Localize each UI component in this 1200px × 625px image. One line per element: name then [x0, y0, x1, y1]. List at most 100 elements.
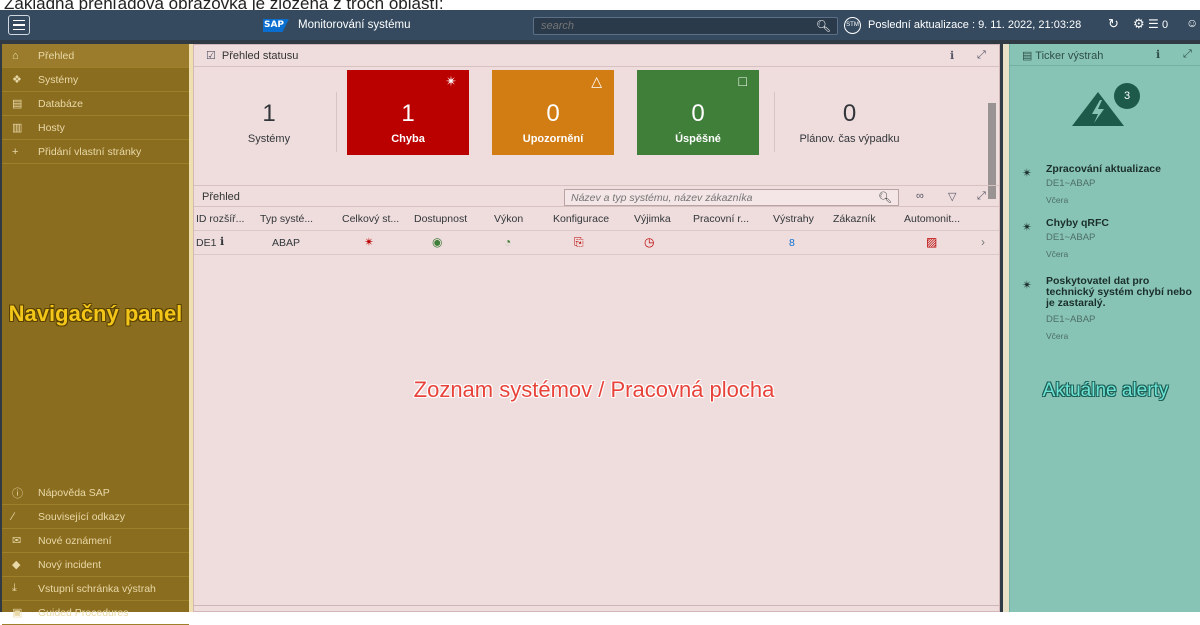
column-header[interactable]: Celkový st...: [342, 213, 399, 225]
tile-label: Upozornění: [522, 133, 584, 145]
incident-icon: ◆: [12, 559, 21, 571]
system-filter[interactable]: 🔍︎: [564, 189, 899, 206]
user-icon[interactable]: ☺: [1186, 16, 1198, 30]
main-workspace: ☑ Přehled statusu ℹ ⤢ 1 Systémy ✴ 1 Chyb…: [193, 44, 1000, 612]
alert-system: DE1~ABAP: [1046, 178, 1096, 189]
stm-icon[interactable]: STM: [844, 17, 861, 34]
link-icon: ∕: [12, 510, 14, 523]
performance-icon[interactable]: ◔: [504, 235, 511, 249]
column-header[interactable]: ID rozšíř...: [196, 213, 244, 225]
menu-icon[interactable]: [8, 15, 30, 35]
table-row[interactable]: DE1 ℹ ABAP ✴ ◉ ◔ ⎘ ◷ 8 ▨ ›: [194, 231, 999, 255]
error-icon: ✴: [1022, 278, 1033, 292]
app-title: Monitorování systému: [298, 19, 411, 31]
host-icon: ▥: [12, 122, 23, 134]
help-icon: ⓘ: [12, 487, 23, 500]
ticker-title: Ticker výstrah: [1035, 50, 1104, 62]
error-icon: ✴: [1022, 220, 1033, 234]
tile-value: 0: [546, 100, 560, 127]
tile-success[interactable]: □ 0 Úspěšné: [637, 70, 759, 155]
nav-item-label: Přidání vlastní stránky: [38, 145, 142, 158]
availability-icon[interactable]: ◉: [432, 235, 442, 249]
fullscreen-icon[interactable]: ⤢: [977, 49, 986, 62]
nav-item-databases[interactable]: ▤ Databáze: [2, 92, 189, 116]
column-header[interactable]: Automonit...: [904, 213, 960, 225]
tile-label: Plánov. čas výpadku: [799, 133, 900, 145]
info-icon[interactable]: ℹ: [220, 235, 224, 248]
ticker-annotation: Aktuálne alerty: [1042, 380, 1169, 401]
automonitoring-icon[interactable]: ▨: [926, 235, 937, 249]
alert-count-badge: 3: [1114, 83, 1140, 109]
column-header[interactable]: Zákazník: [833, 213, 876, 225]
nav-item-label: Hosty: [38, 121, 65, 134]
search-icon[interactable]: 🔍︎: [816, 19, 831, 33]
nav-item-label: Nápověda SAP: [38, 486, 110, 499]
alert-count[interactable]: 8: [789, 237, 795, 249]
nav-item-add-page[interactable]: + Přidání vlastní stránky: [2, 140, 189, 164]
error-icon: ✴: [445, 73, 457, 89]
column-header[interactable]: Výkon: [494, 213, 523, 225]
shell-search[interactable]: 🔍︎: [533, 17, 838, 35]
notification-icon[interactable]: ☰: [1148, 17, 1159, 31]
tile-systems[interactable]: 1 Systémy: [208, 70, 330, 155]
column-header[interactable]: Typ systé...: [260, 213, 313, 225]
alert-title: Zpracování aktualizace: [1046, 163, 1161, 175]
tile-planned-downtime[interactable]: 0 Plánov. čas výpadku: [782, 70, 917, 155]
column-header[interactable]: Výjimka: [634, 213, 671, 225]
tile-warning[interactable]: △ 0 Upozornění: [492, 70, 614, 155]
nav-item-label: Systémy: [38, 73, 79, 86]
system-table: ID rozšíř... Typ systé... Celkový st... …: [194, 207, 999, 255]
sap-logo: SAP: [263, 19, 289, 32]
chart-icon: ☑: [206, 50, 216, 62]
nav-item-help[interactable]: ⓘ Nápověda SAP: [2, 481, 189, 505]
binoculars-icon[interactable]: ∞: [916, 190, 924, 202]
column-header[interactable]: Pracovní r...: [693, 213, 749, 225]
nav-item-guided-procedures[interactable]: ▣ Guided Procedures: [2, 601, 189, 625]
error-icon[interactable]: ✴: [364, 235, 374, 249]
info-icon[interactable]: ℹ: [950, 49, 954, 62]
nav-item-label: Guided Procedures: [38, 606, 129, 619]
status-panel-header: ☑ Přehled statusu ℹ ⤢: [194, 45, 999, 67]
alert-date: Včera: [1046, 249, 1069, 259]
search-input[interactable]: [534, 18, 837, 34]
search-icon[interactable]: 🔍︎: [878, 191, 892, 204]
alert-title: Poskytovatel dat pro technický systém ch…: [1046, 275, 1192, 309]
ticker-title-wrap: ▤ Ticker výstrah: [1022, 49, 1103, 62]
nav-item-systems[interactable]: ❖ Systémy: [2, 68, 189, 92]
tile-value: 0: [842, 100, 857, 127]
configuration-icon[interactable]: ⎘: [574, 235, 584, 250]
column-header[interactable]: Konfigurace: [553, 213, 609, 225]
system-filter-input[interactable]: [565, 190, 898, 205]
filter-icon[interactable]: ▽: [948, 190, 956, 203]
fullscreen-icon[interactable]: ⤢: [1183, 48, 1192, 61]
nav-item-overview[interactable]: ⌂ Přehled: [2, 44, 189, 68]
nav-item-new-notification[interactable]: ✉ Nové oznámení: [2, 529, 189, 553]
shell-bar: SAP Monitorování systému 🔍︎ STM Poslední…: [0, 10, 1200, 40]
tile-label: Úspěšné: [675, 133, 721, 145]
info-icon[interactable]: ℹ: [1156, 48, 1160, 61]
alert-title: Chyby qRFC: [1046, 217, 1109, 229]
chevron-right-icon[interactable]: ›: [981, 235, 985, 249]
inbox-icon: ⤓: [12, 582, 17, 594]
alert-system: DE1~ABAP: [1046, 232, 1096, 243]
alert-date: Včera: [1046, 331, 1069, 341]
fullscreen-icon[interactable]: ⤢: [977, 190, 986, 203]
alert-system: DE1~ABAP: [1046, 314, 1096, 325]
column-header[interactable]: Výstrahy: [773, 213, 814, 225]
procedure-icon: ▣: [12, 607, 23, 619]
system-list-header: Přehled 🔍︎ ∞ ▽ ⤢: [194, 185, 999, 207]
nav-item-alert-inbox[interactable]: ⤓ Vstupní schránka výstrah: [2, 577, 189, 601]
mail-icon: ✉: [12, 535, 22, 547]
tile-error[interactable]: ✴ 1 Chyba: [347, 70, 469, 155]
gear-icon[interactable]: ⚙: [1133, 16, 1145, 32]
ticker-header: ▤ Ticker výstrah ℹ ⤢: [1010, 44, 1200, 66]
navigation-panel: ⌂ Přehled ❖ Systémy ▤ Databáze ▥ Hosty +…: [2, 44, 189, 625]
refresh-icon[interactable]: ↻: [1108, 16, 1119, 32]
nav-item-new-incident[interactable]: ◆ Nový incident: [2, 553, 189, 577]
exception-icon[interactable]: ◷: [644, 235, 654, 249]
notification-count: 0: [1162, 19, 1169, 31]
column-header[interactable]: Dostupnost: [414, 213, 467, 225]
nav-item-related-links[interactable]: ∕ Související odkazy: [2, 505, 189, 529]
nav-item-hosts[interactable]: ▥ Hosty: [2, 116, 189, 140]
nav-item-label: Související odkazy: [38, 510, 125, 523]
